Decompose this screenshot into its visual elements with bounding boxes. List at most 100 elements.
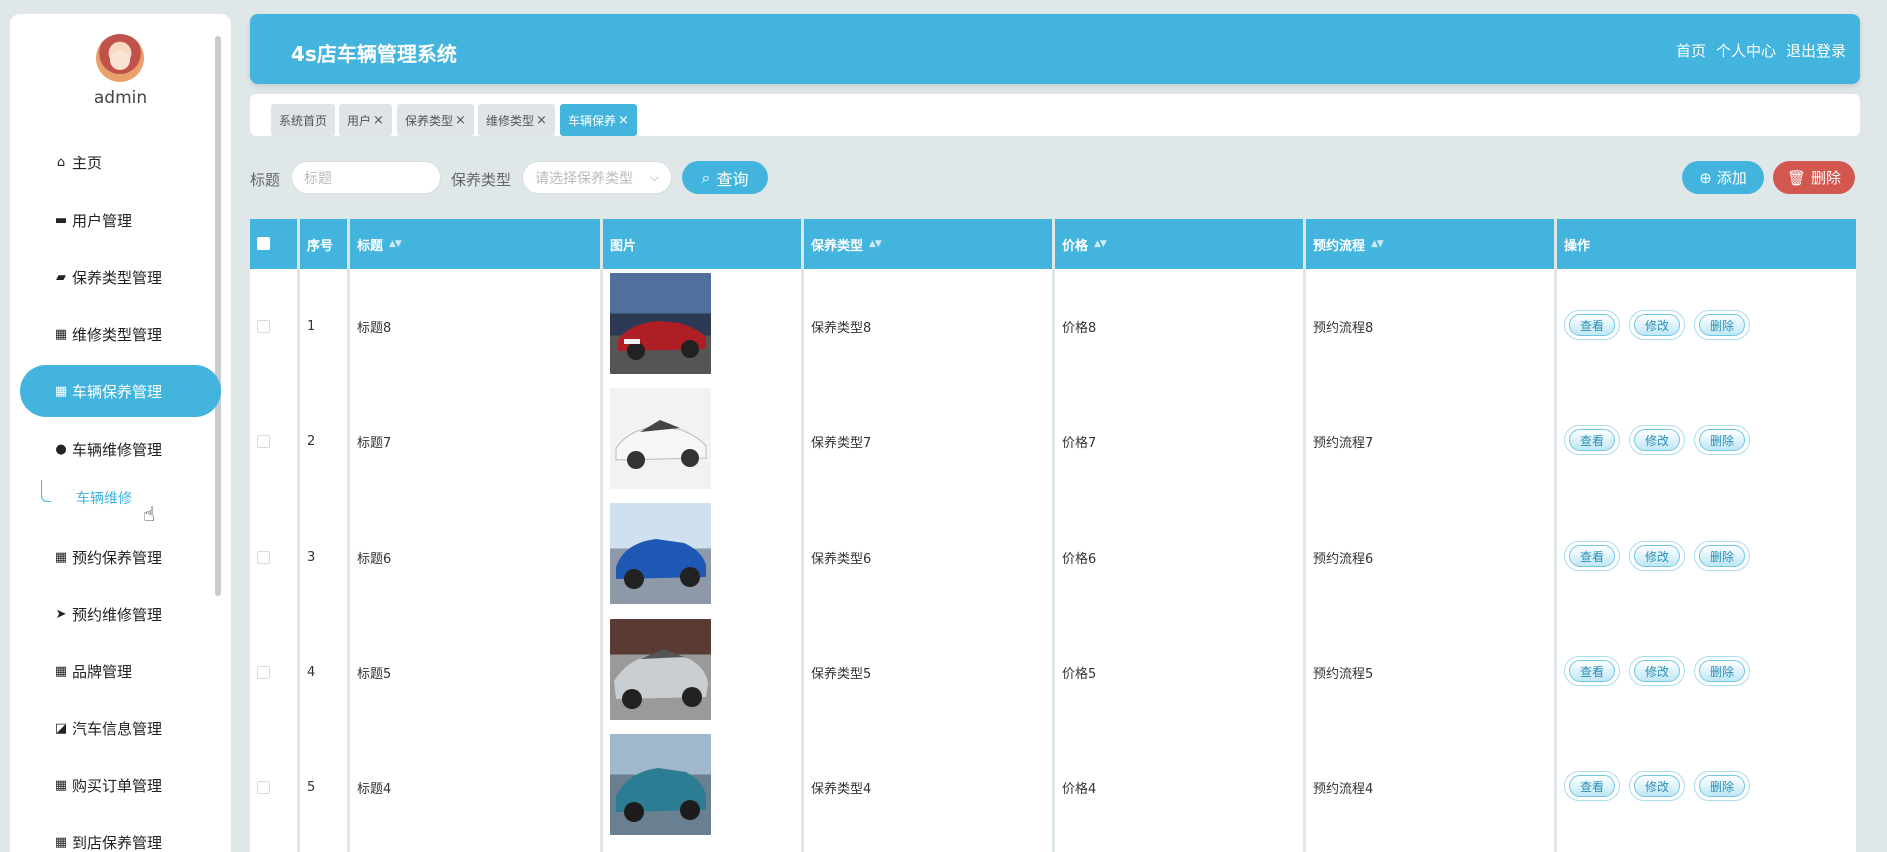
edit-button[interactable]: 修改 [1629,771,1685,801]
row-title: 标题8 [357,320,392,336]
delete-label: 删除 [1699,660,1745,682]
delete-label: 删除 [1699,429,1745,451]
query-button[interactable]: ⌕ 查询 [682,161,768,194]
tab-label: 系统首页 [279,113,328,128]
car-image[interactable] [610,619,711,720]
row-flow: 预约流程4 [1313,781,1374,797]
briefcase-icon: ▰ [56,269,66,285]
row-title: 标题6 [357,551,392,567]
row-type: 保养类型8 [811,320,872,336]
row-price: 价格7 [1062,435,1097,451]
edit-button[interactable]: 修改 [1629,310,1685,340]
column-header-type[interactable]: 保养类型 ▲▼ [804,219,1052,269]
sort-icon[interactable]: ▲▼ [1371,239,1384,249]
tab-vehicle-maintenance[interactable]: 车辆保养 × [560,104,637,136]
tab-users[interactable]: 用户 × [339,104,392,136]
row-type: 保养类型7 [811,435,872,451]
row-title: 标题7 [357,435,392,451]
close-icon[interactable]: × [536,113,547,128]
view-button[interactable]: 查看 [1564,541,1620,571]
column-header-label: 保养类型 [811,238,864,254]
sidebar-item-users[interactable]: ▬ 用户管理 [20,194,221,246]
view-button[interactable]: 查看 [1564,656,1620,686]
select-all-checkbox[interactable] [257,237,270,250]
view-label: 查看 [1569,545,1615,567]
row-flow: 预约流程8 [1313,320,1374,336]
column-header-actions: 操作 [1557,219,1856,269]
edit-button[interactable]: 修改 [1629,656,1685,686]
type-placeholder: 请选择保养类型 [535,170,633,187]
tab-home[interactable]: 系统首页 [271,104,336,136]
row-checkbox[interactable] [257,666,270,679]
add-button[interactable]: ⊕ 添加 [1682,161,1764,194]
sort-icon[interactable]: ▲▼ [389,239,402,249]
view-label: 查看 [1569,775,1615,797]
sidebar-item-label: 主页 [72,153,103,172]
row-delete-button[interactable]: 删除 [1694,425,1750,455]
row-delete-button[interactable]: 删除 [1694,771,1750,801]
view-label: 查看 [1569,660,1615,682]
sidebar-item-store-maintenance[interactable]: ▦ 到店保养管理 [20,816,221,852]
sidebar-item-vehicle-maintenance[interactable]: ▦ 车辆保养管理 [20,365,221,417]
sidebar-item-orders[interactable]: ▦ 购买订单管理 [20,759,221,811]
sidebar-item-label: 品牌管理 [72,662,133,681]
sidebar-item-booking-maintenance[interactable]: ▦ 预约保养管理 [20,531,221,583]
avatar[interactable] [96,34,144,82]
view-label: 查看 [1569,314,1615,336]
row-delete-button[interactable]: 删除 [1694,310,1750,340]
sidebar-item-vehicle-repair[interactable]: ● 车辆维修管理 [20,423,221,475]
hand-cursor-icon: ☝ [143,502,156,526]
row-flow: 预约流程7 [1313,435,1374,451]
sort-icon[interactable]: ▲▼ [869,239,882,249]
home-link[interactable]: 首页 [1676,40,1706,61]
row-checkbox[interactable] [257,551,270,564]
car-image[interactable] [610,734,711,835]
row-index: 3 [307,549,316,565]
view-button[interactable]: 查看 [1564,771,1620,801]
plus-circle-icon: ⊕ [1699,168,1712,187]
sidebar-item-maintenance-type[interactable]: ▰ 保养类型管理 [20,251,221,303]
edit-button[interactable]: 修改 [1629,425,1685,455]
sidebar-item-car-info[interactable]: ◪ 汽车信息管理 [20,702,221,754]
row-type: 保养类型4 [811,781,872,797]
sidebar-item-booking-repair[interactable]: ➤ 预约维修管理 [20,588,221,640]
delete-label: 删除 [1699,775,1745,797]
sidebar-item-brand[interactable]: ▦ 品牌管理 [20,645,221,697]
delete-button[interactable]: 🗑 删除 [1773,161,1855,194]
sidebar-item-label: 用户管理 [72,211,133,230]
view-button[interactable]: 查看 [1564,310,1620,340]
column-header-price[interactable]: 价格 ▲▼ [1055,219,1303,269]
close-icon[interactable]: × [373,113,384,128]
row-delete-button[interactable]: 删除 [1694,656,1750,686]
logout-link[interactable]: 退出登录 [1786,40,1846,61]
sort-icon[interactable]: ▲▼ [1094,239,1107,249]
sidebar-item-label: 维修类型管理 [72,325,163,344]
row-type: 保养类型5 [811,666,872,682]
column-header-label: 价格 [1062,238,1089,254]
submenu-item-vehicle-repair[interactable]: 车辆维修 [76,488,132,508]
car-image[interactable] [610,388,711,489]
car-image[interactable] [610,503,711,604]
edit-button[interactable]: 修改 [1629,541,1685,571]
sidebar-item-repair-type[interactable]: ▦ 维修类型管理 [20,308,221,360]
close-icon[interactable]: × [618,113,629,128]
tab-repair-type[interactable]: 维修类型 × [478,104,555,136]
tab-label: 维修类型 [486,113,535,128]
view-button[interactable]: 查看 [1564,425,1620,455]
column-header-title[interactable]: 标题 ▲▼ [350,219,600,269]
sidebar-item-home[interactable]: ⌂ 主页 [20,136,221,188]
title-search-input[interactable]: 标题 [291,161,441,194]
tab-maintenance-type[interactable]: 保养类型 × [397,104,474,136]
row-checkbox[interactable] [257,435,270,448]
delete-label: 删除 [1699,545,1745,567]
close-icon[interactable]: × [455,113,466,128]
maintenance-type-select[interactable]: 请选择保养类型 ⌵ [522,161,672,194]
row-checkbox[interactable] [257,781,270,794]
profile-link[interactable]: 个人中心 [1716,40,1776,61]
car-image[interactable] [610,273,711,374]
row-delete-button[interactable]: 删除 [1694,541,1750,571]
row-price: 价格8 [1062,320,1097,336]
row-checkbox[interactable] [257,320,270,333]
row-index: 1 [307,318,316,334]
column-header-flow[interactable]: 预约流程 ▲▼ [1306,219,1554,269]
